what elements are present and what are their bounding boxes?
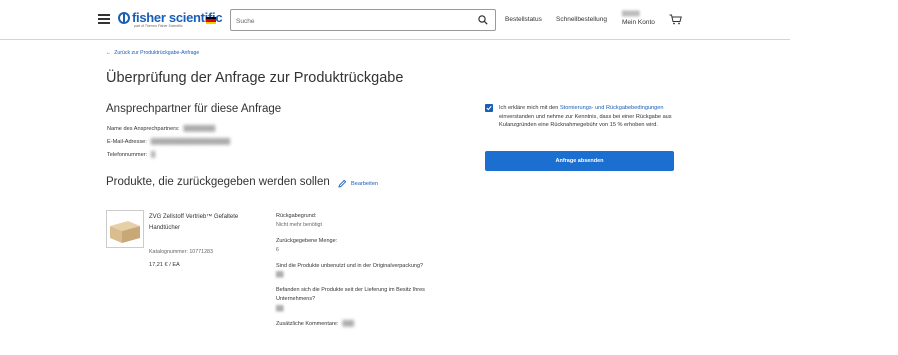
reason-answer: Nicht mehr benötigt (276, 222, 322, 228)
account-greeting-redacted: █████ (622, 11, 640, 17)
edit-button[interactable]: Bearbeiten (338, 179, 378, 188)
order-status-link[interactable]: Bestellstatus (505, 16, 542, 23)
quantity-answer: 6 (276, 247, 279, 253)
cart-icon[interactable] (669, 14, 682, 25)
reason-question: Rückgabegrund: (276, 213, 317, 219)
catalog-number: Katalognummer: 10771283 (149, 249, 213, 255)
quantity-question: Zurückgegebene Menge: (276, 238, 338, 244)
product-image (106, 210, 144, 248)
logo-mark-icon (118, 12, 130, 24)
my-account-link[interactable]: Mein Konto (622, 19, 655, 26)
products-heading: Produkte, die zurückgegeben werden solle… (106, 176, 330, 188)
check-icon (486, 105, 492, 111)
terms-link[interactable]: Stornierungs- und Rückgabebedingungen (560, 105, 664, 111)
possession-answer-redacted: ██ (276, 306, 284, 312)
page-title: Überprüfung der Anfrage zur Produktrückg… (106, 70, 404, 86)
contact-email-field: E-Mail-Adresse: ████████████████████ (107, 139, 231, 145)
arrow-left-icon: ← (106, 50, 112, 56)
contact-phone-field: Telefonnummer: █ (107, 152, 156, 158)
terms-checkbox[interactable] (485, 104, 493, 112)
contact-heading: Ansprechpartner für diese Anfrage (106, 103, 282, 115)
product-price: 17,21 € / EA (149, 262, 180, 268)
comments-question: Zusätzliche Kommentare: ███ (276, 321, 355, 327)
site-header: fisher scientific part of Thermo Fisher … (0, 0, 790, 40)
logo-subtitle: part of Thermo Fisher Scientific (134, 24, 183, 28)
search-input[interactable] (231, 11, 471, 32)
germany-flag-icon[interactable] (206, 17, 216, 24)
menu-icon[interactable] (98, 14, 110, 24)
product-name[interactable]: ZVG Zellstoff Vertrieb™ Gefaltete Handtü… (149, 212, 239, 233)
quick-order-link[interactable]: Schnellbestellung (556, 16, 607, 23)
unused-question: Sind die Produkte unbenutzt und in der O… (276, 263, 424, 269)
search-icon[interactable] (478, 15, 488, 25)
unused-answer-redacted: ██ (276, 272, 284, 278)
back-link[interactable]: ← Zurück zur Produktrückgabe-Anfrage (106, 50, 199, 56)
pencil-icon (338, 179, 347, 188)
terms-text: Ich erkläre mich mit den Stornierungs- u… (499, 105, 672, 129)
contact-name-field: Name des Ansprechpartners: ████████ (107, 126, 216, 132)
submit-request-button[interactable]: Anfrage absenden (485, 151, 674, 171)
search-box (230, 9, 496, 32)
possession-question: Befanden sich die Produkte seit der Lief… (276, 287, 425, 302)
